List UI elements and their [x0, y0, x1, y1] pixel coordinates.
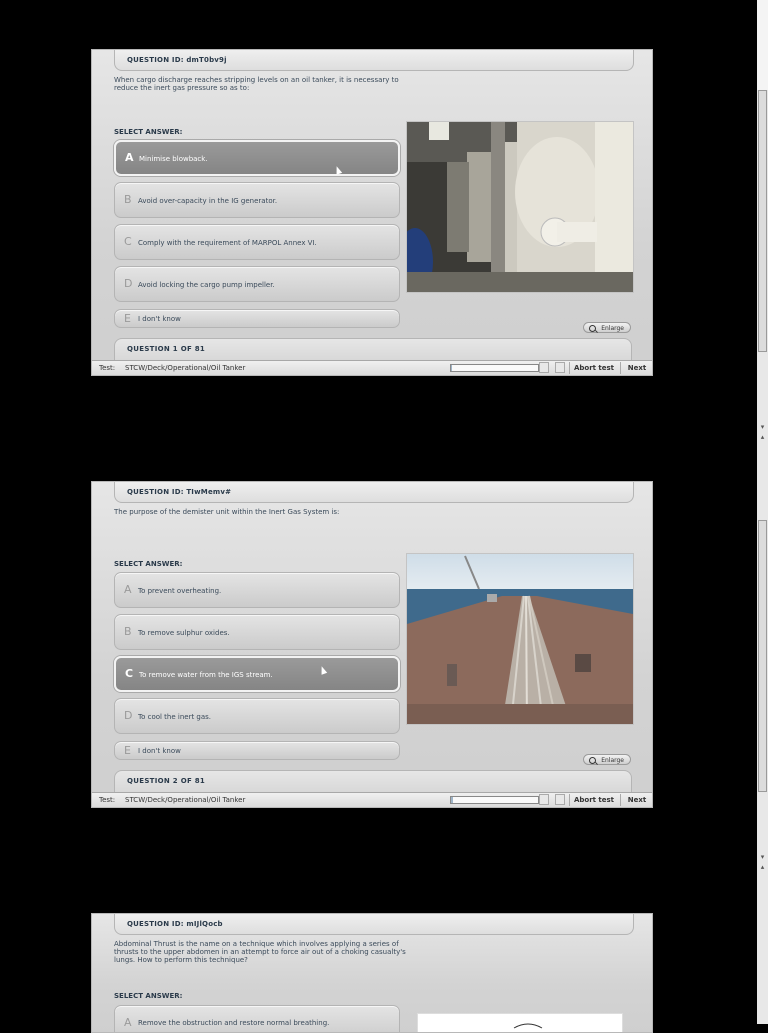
question-image	[406, 121, 634, 293]
question-counter-bar: QUESTION 2 OF 81	[114, 770, 632, 792]
test-label: Test:	[99, 796, 116, 804]
option-text: To cool the inert gas.	[138, 713, 212, 721]
answer-option-b[interactable]: B Avoid over-capacity in the IG generato…	[114, 182, 400, 218]
scroll-down-arrow-icon-2[interactable]: ▾	[757, 852, 768, 862]
test-path: STCW/Deck/Operational/Oil Tanker	[125, 364, 246, 372]
option-letter: D	[124, 709, 133, 722]
abort-test-button[interactable]: Abort test	[569, 794, 618, 806]
page-scrollbar[interactable]: ▾ ▴ ▾ ▴	[757, 0, 768, 1024]
answer-option-a[interactable]: A Minimise blowback.	[114, 140, 400, 176]
option-text: To remove water from the IGS stream.	[139, 671, 273, 679]
question-id: QUESTION ID: TIwMemv#	[127, 488, 232, 496]
tanker-deck-photo	[407, 554, 633, 724]
select-answer-label: SELECT ANSWER:	[114, 992, 183, 1000]
scroll-up-arrow-icon-2[interactable]: ▴	[757, 862, 768, 872]
option-text: I don't know	[138, 747, 181, 755]
flag-button[interactable]	[539, 794, 549, 805]
progress-fill	[451, 365, 452, 371]
option-text: Avoid locking the cargo pump impeller.	[138, 281, 275, 289]
option-text: Remove the obstruction and restore norma…	[138, 1019, 330, 1027]
answer-option-b[interactable]: B To remove sulphur oxides.	[114, 614, 400, 650]
question-id: QUESTION ID: dmT0bv9j	[127, 56, 227, 64]
magnifier-icon	[589, 325, 596, 332]
option-letter: B	[124, 193, 132, 206]
abort-test-button[interactable]: Abort test	[569, 362, 618, 374]
question-text: When cargo discharge reaches stripping l…	[114, 76, 399, 92]
scroll-down-arrow-icon[interactable]: ▾	[757, 422, 768, 432]
enlarge-label: Enlarge	[601, 325, 624, 332]
answer-option-c[interactable]: C Comply with the requirement of MARPOL …	[114, 224, 400, 260]
option-text: Avoid over-capacity in the IG generator.	[138, 197, 278, 205]
option-text: Minimise blowback.	[139, 155, 208, 163]
progress-bar	[450, 364, 539, 372]
answer-option-e[interactable]: E I don't know	[114, 309, 400, 328]
enlarge-button[interactable]: Enlarge	[583, 322, 631, 333]
option-letter: A	[124, 583, 132, 596]
answer-option-d[interactable]: D Avoid locking the cargo pump impeller.	[114, 266, 400, 302]
question-id: QUESTION ID: mIJlQocb	[127, 920, 223, 928]
answer-option-e[interactable]: E I don't know	[114, 741, 400, 760]
option-letter: E	[124, 744, 131, 757]
scroll-up-arrow-icon[interactable]: ▴	[757, 432, 768, 442]
option-letter: A	[125, 151, 134, 164]
question-counter: QUESTION 1 OF 81	[127, 345, 206, 353]
progress-fill	[451, 797, 453, 803]
next-button[interactable]: Next	[620, 794, 652, 806]
option-letter: C	[125, 667, 134, 680]
scroll-track	[757, 0, 768, 90]
status-bar: Test: STCW/Deck/Operational/Oil Tanker A…	[92, 792, 652, 807]
option-letter: E	[124, 312, 131, 325]
question-panel-2: QUESTION ID: TIwMemv# The purpose of the…	[91, 481, 653, 808]
question-text: Abdominal Thrust is the name on a techni…	[114, 940, 406, 964]
question-image	[417, 1013, 623, 1032]
test-label: Test:	[99, 364, 116, 372]
question-id-bar: QUESTION ID: dmT0bv9j	[114, 50, 634, 71]
progress-bar	[450, 796, 539, 804]
scroll-thumb-lower[interactable]	[758, 520, 767, 792]
answer-option-a[interactable]: A To prevent overheating.	[114, 572, 400, 608]
next-button[interactable]: Next	[620, 362, 652, 374]
option-letter: A	[124, 1016, 132, 1029]
option-letter: C	[124, 235, 132, 248]
answer-option-a[interactable]: A Remove the obstruction and restore nor…	[114, 1005, 400, 1032]
magnifier-icon	[589, 757, 596, 764]
option-letter: B	[124, 625, 132, 638]
engine-room-photo	[407, 122, 633, 292]
question-counter: QUESTION 2 OF 81	[127, 777, 206, 785]
question-id-bar: QUESTION ID: TIwMemv#	[114, 482, 634, 503]
option-text: I don't know	[138, 315, 181, 323]
select-answer-label: SELECT ANSWER:	[114, 128, 183, 136]
status-spacer	[555, 794, 565, 805]
question-panel-1: QUESTION ID: dmT0bv9j When cargo dischar…	[91, 49, 653, 376]
test-path: STCW/Deck/Operational/Oil Tanker	[125, 796, 246, 804]
question-image	[406, 553, 634, 725]
option-text: To prevent overheating.	[138, 587, 222, 595]
answer-option-c[interactable]: C To remove water from the IGS stream.	[114, 656, 400, 692]
option-letter: D	[124, 277, 133, 290]
question-id-bar: QUESTION ID: mIJlQocb	[114, 914, 634, 935]
question-panel-3: QUESTION ID: mIJlQocb Abdominal Thrust i…	[91, 913, 653, 1033]
select-answer-label: SELECT ANSWER:	[114, 560, 183, 568]
question-counter-bar: QUESTION 1 OF 81	[114, 338, 632, 360]
question-text: The purpose of the demister unit within …	[114, 508, 340, 516]
option-text: Comply with the requirement of MARPOL An…	[138, 239, 317, 247]
answer-option-d[interactable]: D To cool the inert gas.	[114, 698, 400, 734]
status-spacer	[555, 362, 565, 373]
option-text: To remove sulphur oxides.	[138, 629, 230, 637]
flag-button[interactable]	[539, 362, 549, 373]
enlarge-button[interactable]: Enlarge	[583, 754, 631, 765]
enlarge-label: Enlarge	[601, 757, 624, 764]
status-bar: Test: STCW/Deck/Operational/Oil Tanker A…	[92, 360, 652, 375]
scroll-thumb[interactable]	[758, 90, 767, 352]
